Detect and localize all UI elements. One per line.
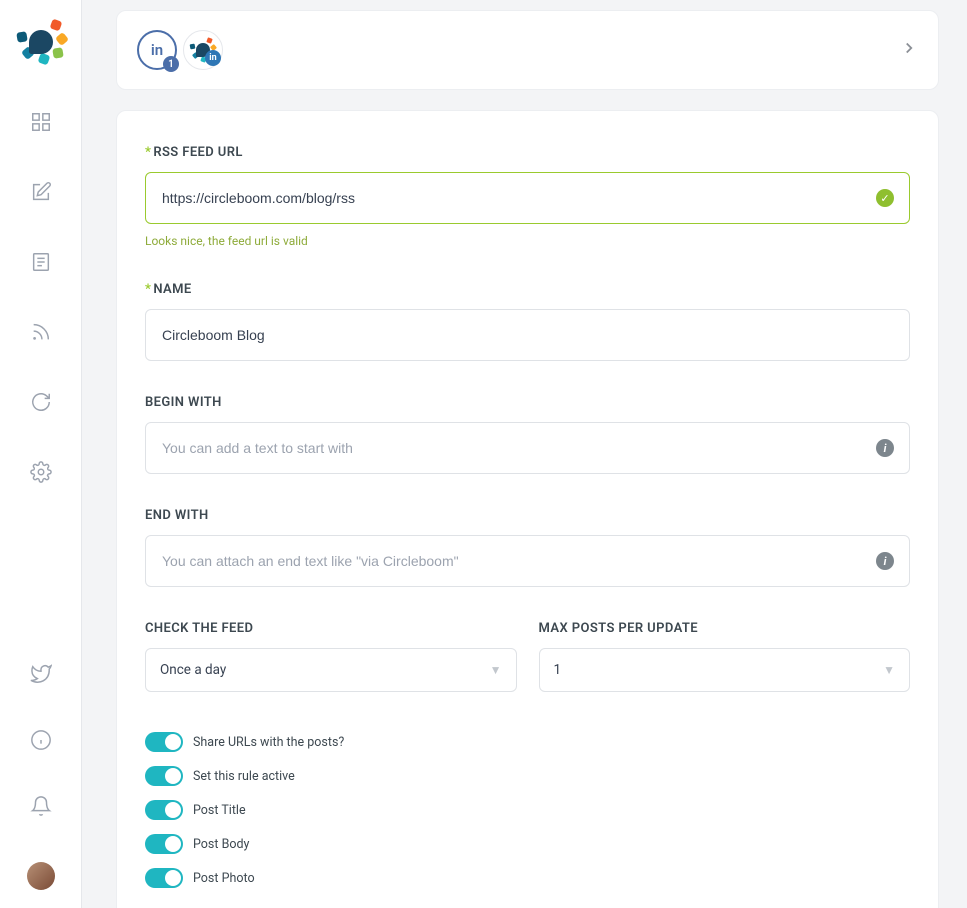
nav-notifications[interactable] <box>21 786 61 826</box>
check-feed-select[interactable]: Once a day ▼ <box>145 648 517 692</box>
begin-with-input[interactable] <box>145 422 910 474</box>
linkedin-text-icon: in <box>151 41 163 59</box>
toggle-post-photo[interactable] <box>145 868 183 888</box>
end-with-label: END WITH <box>145 508 910 523</box>
linkedin-mini-icon: in <box>205 50 221 66</box>
nav-rss[interactable] <box>21 312 61 352</box>
toggle-post-body-label: Post Body <box>193 837 249 852</box>
begin-with-label: BEGIN WITH <box>145 395 910 410</box>
toggle-rule-active[interactable] <box>145 766 183 786</box>
chevron-down-icon: ▼ <box>490 663 502 677</box>
valid-check-icon: ✓ <box>876 189 894 207</box>
toggle-post-title[interactable] <box>145 800 183 820</box>
nav-compose[interactable] <box>21 172 61 212</box>
nav-automation[interactable] <box>21 382 61 422</box>
toggle-rule-active-label: Set this rule active <box>193 769 295 784</box>
gear-icon <box>30 461 52 483</box>
toggle-post-photo-label: Post Photo <box>193 871 255 886</box>
rss-icon <box>30 321 52 343</box>
nav-dashboard[interactable] <box>21 102 61 142</box>
chevron-down-icon: ▼ <box>883 663 895 677</box>
check-feed-value: Once a day <box>160 662 226 678</box>
max-posts-select[interactable]: 1 ▼ <box>539 648 911 692</box>
accounts-header: in 1 in <box>116 10 939 90</box>
begin-info-icon[interactable]: i <box>876 439 894 457</box>
toggle-list: Share URLs with the posts? Set this rule… <box>145 732 910 888</box>
toggle-share-urls-label: Share URLs with the posts? <box>193 735 344 750</box>
expand-accounts-button[interactable] <box>900 38 918 63</box>
refresh-icon <box>30 391 52 413</box>
account-brand-2[interactable]: in <box>183 30 223 70</box>
nav-help[interactable] <box>21 720 61 760</box>
toggle-post-body[interactable] <box>145 834 183 854</box>
name-input[interactable] <box>145 309 910 361</box>
rss-url-help: Looks nice, the feed url is valid <box>145 234 910 248</box>
grid-icon <box>30 111 52 133</box>
main-content: in 1 in *RSS FEED URL <box>82 0 967 908</box>
document-icon <box>30 251 52 273</box>
info-icon <box>30 729 52 751</box>
rss-form-card: *RSS FEED URL ✓ Looks nice, the feed url… <box>116 110 939 908</box>
nav-twitter[interactable] <box>21 654 61 694</box>
account-count-badge: 1 <box>163 56 179 72</box>
end-info-icon[interactable]: i <box>876 552 894 570</box>
user-avatar[interactable] <box>27 862 55 890</box>
twitter-icon <box>30 663 52 685</box>
nav-settings[interactable] <box>21 452 61 492</box>
bell-icon <box>30 795 52 817</box>
rss-url-label: *RSS FEED URL <box>145 145 910 160</box>
account-linkedin-1[interactable]: in 1 <box>137 30 177 70</box>
rss-url-input[interactable] <box>145 172 910 224</box>
app-logo[interactable] <box>17 18 65 66</box>
sidebar <box>0 0 82 908</box>
max-posts-value: 1 <box>554 662 562 678</box>
edit-icon <box>30 181 52 203</box>
end-with-input[interactable] <box>145 535 910 587</box>
toggle-post-title-label: Post Title <box>193 803 246 818</box>
nav-feeds[interactable] <box>21 242 61 282</box>
name-label: *NAME <box>145 282 910 297</box>
toggle-share-urls[interactable] <box>145 732 183 752</box>
chevron-right-icon <box>900 39 918 57</box>
max-posts-label: MAX POSTS PER UPDATE <box>539 621 911 636</box>
check-feed-label: CHECK THE FEED <box>145 621 517 636</box>
